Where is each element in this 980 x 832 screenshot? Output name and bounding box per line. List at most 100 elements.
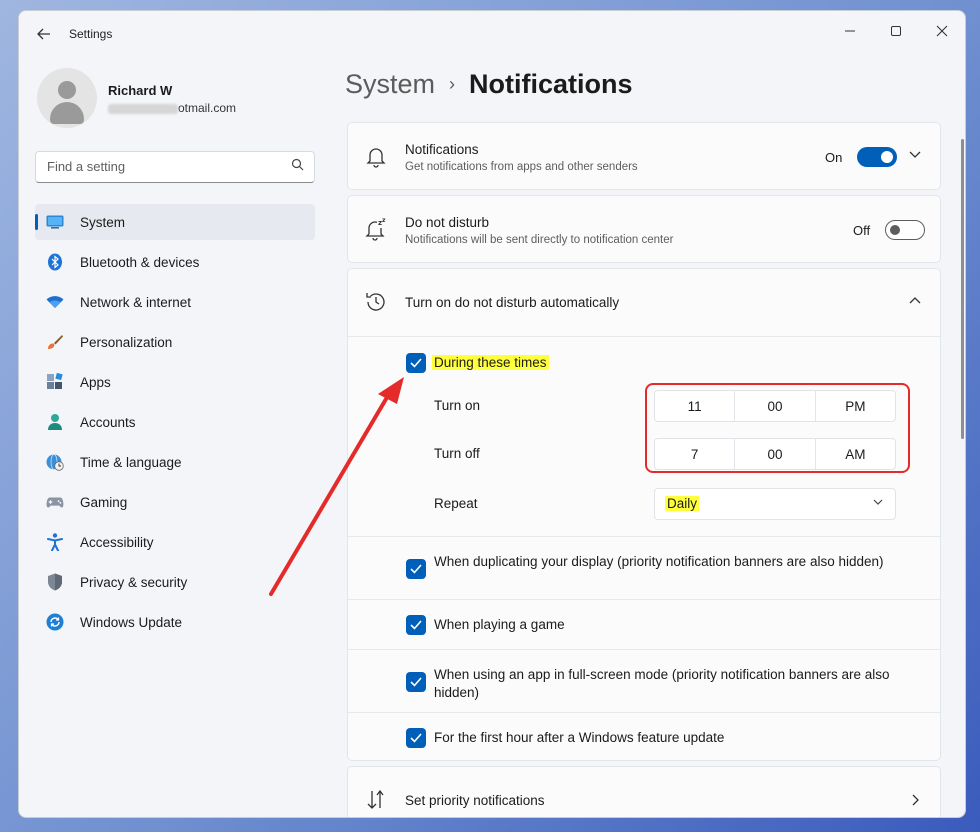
sidebar-item-network[interactable]: Network & internet <box>35 284 315 320</box>
scrollbar[interactable] <box>961 139 964 439</box>
sidebar-item-accounts[interactable]: Accounts <box>35 404 315 440</box>
duplicating-display-label: When duplicating your display (priority … <box>434 554 884 569</box>
sidebar-item-label: Time & language <box>80 454 182 470</box>
avatar[interactable] <box>37 68 97 128</box>
sidebar-nav: System Bluetooth & devices Network & int… <box>35 204 315 644</box>
clock-icon <box>364 290 388 314</box>
auto-dnd-card: Turn on do not disturb automatically Dur… <box>347 268 941 761</box>
back-arrow-icon[interactable] <box>33 23 55 45</box>
system-icon <box>46 213 64 231</box>
app-title: Settings <box>69 27 113 41</box>
during-times-checkbox[interactable] <box>406 353 426 373</box>
auto-dnd-header[interactable]: Turn on do not disturb automatically <box>348 269 940 336</box>
globe-clock-icon <box>46 453 64 471</box>
notifications-subtitle: Get notifications from apps and other se… <box>405 161 638 173</box>
fullscreen-app-checkbox[interactable] <box>406 672 426 692</box>
chevron-up-icon[interactable] <box>909 295 921 310</box>
bell-icon <box>364 145 388 169</box>
settings-window: Settings Richard W otmail.com System <box>18 10 966 818</box>
user-name: Richard W <box>108 83 173 98</box>
accounts-icon <box>46 413 64 431</box>
priority-notifications-card[interactable]: Set priority notifications <box>347 766 941 817</box>
notifications-toggle[interactable] <box>857 147 897 167</box>
repeat-label: Repeat <box>434 496 478 511</box>
sidebar-item-system[interactable]: System <box>35 204 315 240</box>
search-box[interactable] <box>35 151 315 183</box>
search-input[interactable] <box>47 159 277 174</box>
sidebar-item-privacy[interactable]: Privacy & security <box>35 564 315 600</box>
email-suffix: otmail.com <box>178 101 237 115</box>
during-times-text: During these times <box>432 355 549 370</box>
duplicating-display-checkbox[interactable] <box>406 559 426 579</box>
annotation-highlight-box <box>645 383 910 473</box>
sidebar-item-personalization[interactable]: Personalization <box>35 324 315 360</box>
svg-text:z: z <box>382 217 386 224</box>
dnd-title: Do not disturb <box>405 215 490 230</box>
breadcrumb: System › Notifications <box>345 69 633 100</box>
chevron-right-icon[interactable] <box>911 794 921 809</box>
auto-dnd-title: Turn on do not disturb automatically <box>405 295 620 310</box>
sidebar-item-bluetooth[interactable]: Bluetooth & devices <box>35 244 315 280</box>
playing-game-label: When playing a game <box>434 617 565 632</box>
sidebar-item-apps[interactable]: Apps <box>35 364 315 400</box>
do-not-disturb-card[interactable]: zz Do not disturb Notifications will be … <box>347 195 941 263</box>
during-times-label: During these times <box>432 354 549 372</box>
toggle-knob <box>881 151 893 163</box>
bluetooth-icon <box>46 253 64 271</box>
sidebar-item-gaming[interactable]: Gaming <box>35 484 315 520</box>
wifi-icon <box>46 293 64 311</box>
brush-icon <box>46 333 64 351</box>
sidebar-item-windows-update[interactable]: Windows Update <box>35 604 315 640</box>
search-icon[interactable] <box>291 158 304 174</box>
shield-icon <box>46 573 64 591</box>
sidebar-item-label: Bluetooth & devices <box>80 254 200 270</box>
avatar-head-icon <box>58 81 76 99</box>
close-button[interactable] <box>919 15 965 47</box>
sidebar-item-label: Apps <box>80 374 111 390</box>
sidebar-item-label: Network & internet <box>80 294 192 310</box>
dnd-toggle-state: Off <box>853 223 871 238</box>
notifications-toggle-state: On <box>825 150 843 165</box>
update-icon <box>46 613 64 631</box>
feature-update-label: For the first hour after a Windows featu… <box>434 730 725 745</box>
sidebar-item-time-language[interactable]: Time & language <box>35 444 315 480</box>
sidebar-item-label: Windows Update <box>80 614 183 630</box>
breadcrumb-parent[interactable]: System <box>345 69 435 99</box>
priority-title: Set priority notifications <box>405 793 545 808</box>
turn-on-label: Turn on <box>434 398 481 413</box>
accessibility-icon <box>46 533 64 551</box>
sidebar-item-label: Accounts <box>80 414 136 430</box>
user-email: otmail.com <box>108 101 236 115</box>
chevron-down-icon[interactable] <box>909 148 921 163</box>
notifications-card[interactable]: Notifications Get notifications from app… <box>347 122 941 190</box>
sidebar-item-label: System <box>80 214 126 230</box>
toggle-knob <box>890 225 900 235</box>
breadcrumb-separator: › <box>449 74 456 94</box>
feature-update-checkbox[interactable] <box>406 728 426 748</box>
divider <box>348 336 940 337</box>
sidebar-item-label: Accessibility <box>80 534 154 550</box>
controller-icon <box>46 493 64 511</box>
divider <box>348 649 940 650</box>
maximize-button[interactable] <box>873 15 919 47</box>
divider <box>348 599 940 600</box>
title-bar: Settings <box>19 11 965 57</box>
sidebar-item-label: Personalization <box>80 334 173 350</box>
sidebar-item-accessibility[interactable]: Accessibility <box>35 524 315 560</box>
minimize-button[interactable] <box>827 15 873 47</box>
dnd-toggle[interactable] <box>885 220 925 240</box>
playing-game-checkbox[interactable] <box>406 615 426 635</box>
divider <box>348 712 940 713</box>
sort-arrows-icon <box>364 788 388 812</box>
turn-off-label: Turn off <box>434 446 480 461</box>
repeat-value: Daily <box>665 496 700 511</box>
apps-icon <box>46 373 64 391</box>
divider <box>348 536 940 537</box>
fullscreen-app-label: When using an app in full-screen mode (p… <box>434 667 890 700</box>
avatar-body-icon <box>50 102 84 124</box>
snooze-bell-icon: zz <box>364 217 388 241</box>
repeat-select[interactable]: Daily <box>654 488 896 520</box>
page-title: Notifications <box>469 69 633 99</box>
dnd-subtitle: Notifications will be sent directly to n… <box>405 234 674 246</box>
notifications-title: Notifications <box>405 142 479 157</box>
